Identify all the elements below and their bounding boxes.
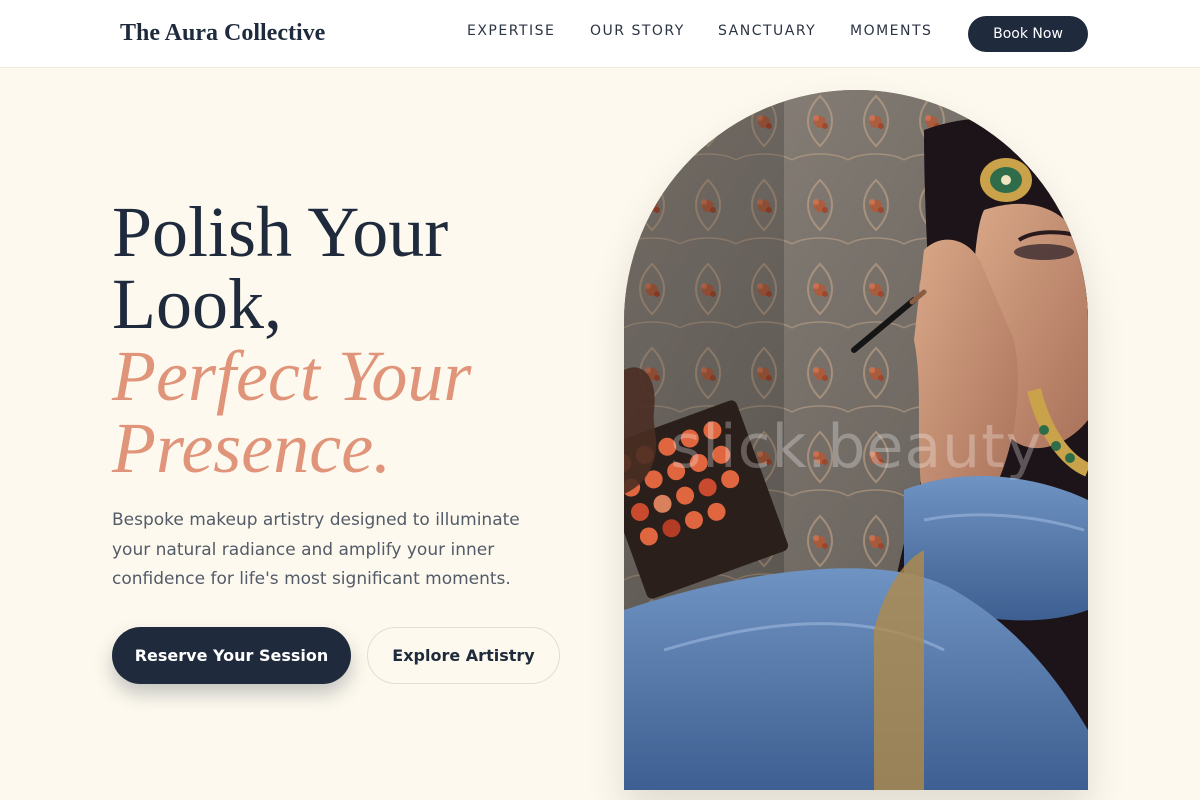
nav-link-moments[interactable]: MOMENTS — [850, 23, 932, 39]
headline-accent-line-1: Perfect Your — [112, 336, 472, 416]
nav-link-expertise[interactable]: EXPERTISE — [467, 23, 555, 39]
brand-logo[interactable]: The Aura Collective — [120, 20, 325, 47]
book-now-button[interactable]: Book Now — [968, 16, 1088, 52]
hero-makeup-photo: slick.beauty — [624, 90, 1088, 790]
top-navigation-bar: The Aura Collective EXPERTISE OUR STORY … — [0, 0, 1200, 68]
image-watermark: slick.beauty — [670, 412, 1043, 482]
nav-link-our-story[interactable]: OUR STORY — [590, 23, 685, 39]
hero-description: Bespoke makeup artistry designed to illu… — [112, 510, 520, 589]
tikka-jewelry — [980, 158, 1032, 202]
nav-link-sanctuary[interactable]: SANCTUARY — [718, 23, 816, 39]
explore-artistry-button[interactable]: Explore Artistry — [367, 627, 560, 684]
headline-line-1: Polish Your — [112, 192, 449, 272]
reserve-session-button[interactable]: Reserve Your Session — [112, 627, 351, 684]
hero-headline: Polish Your Look, Perfect Your Presence. — [112, 196, 582, 484]
headline-line-2: Look, — [112, 264, 282, 344]
headline-accent-line-2: Presence. — [112, 408, 392, 488]
